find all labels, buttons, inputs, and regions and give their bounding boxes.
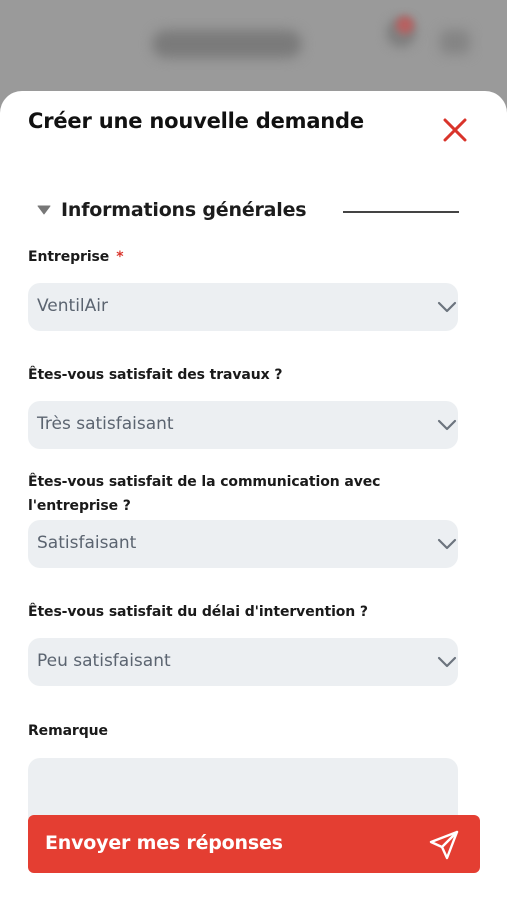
communication-satisfaction-value: Satisfaisant: [37, 533, 137, 553]
work-satisfaction-select[interactable]: Très satisfaisant: [28, 401, 458, 449]
section-title: Informations générales: [61, 199, 307, 221]
delay-satisfaction-label: Êtes-vous satisfait du délai d'intervent…: [28, 604, 368, 620]
company-label: Entreprise *: [28, 245, 468, 269]
background-menu-icon: [440, 30, 470, 54]
section-divider: [343, 211, 459, 213]
communication-satisfaction-select[interactable]: Satisfaisant: [28, 520, 458, 568]
delay-satisfaction-select[interactable]: Peu satisfaisant: [28, 638, 458, 686]
send-icon: [429, 830, 459, 860]
required-mark: *: [116, 249, 124, 265]
company-label-text: Entreprise: [28, 249, 110, 265]
section-header-general-info[interactable]: Informations générales: [36, 199, 307, 221]
work-satisfaction-value: Très satisfaisant: [37, 414, 174, 434]
chevron-down-icon: [437, 538, 457, 550]
company-select-value: VentilAir: [37, 296, 108, 316]
communication-label-line1: Êtes-vous satisfait de la communication …: [28, 474, 381, 490]
submit-button[interactable]: Envoyer mes réponses: [28, 815, 480, 873]
background-logo: [152, 30, 302, 58]
communication-satisfaction-label: Êtes-vous satisfait de la communication …: [28, 470, 468, 518]
submit-button-label: Envoyer mes réponses: [45, 832, 283, 854]
delay-satisfaction-value: Peu satisfaisant: [37, 651, 171, 671]
chevron-down-icon: [437, 419, 457, 431]
new-request-modal: Créer une nouvelle demande Informations …: [0, 91, 507, 900]
modal-title: Créer une nouvelle demande: [28, 109, 364, 133]
remark-textarea[interactable]: [28, 758, 458, 818]
background-notification-dot: [396, 16, 414, 34]
caret-down-icon: [36, 202, 52, 218]
chevron-down-icon: [437, 301, 457, 313]
close-icon: [443, 118, 467, 142]
work-satisfaction-label: Êtes-vous satisfait des travaux ?: [28, 367, 283, 383]
chevron-down-icon: [437, 656, 457, 668]
remark-label: Remarque: [28, 723, 108, 739]
company-select[interactable]: VentilAir: [28, 283, 458, 331]
close-button[interactable]: [438, 113, 472, 147]
communication-label-line2: l'entreprise ?: [28, 498, 131, 514]
